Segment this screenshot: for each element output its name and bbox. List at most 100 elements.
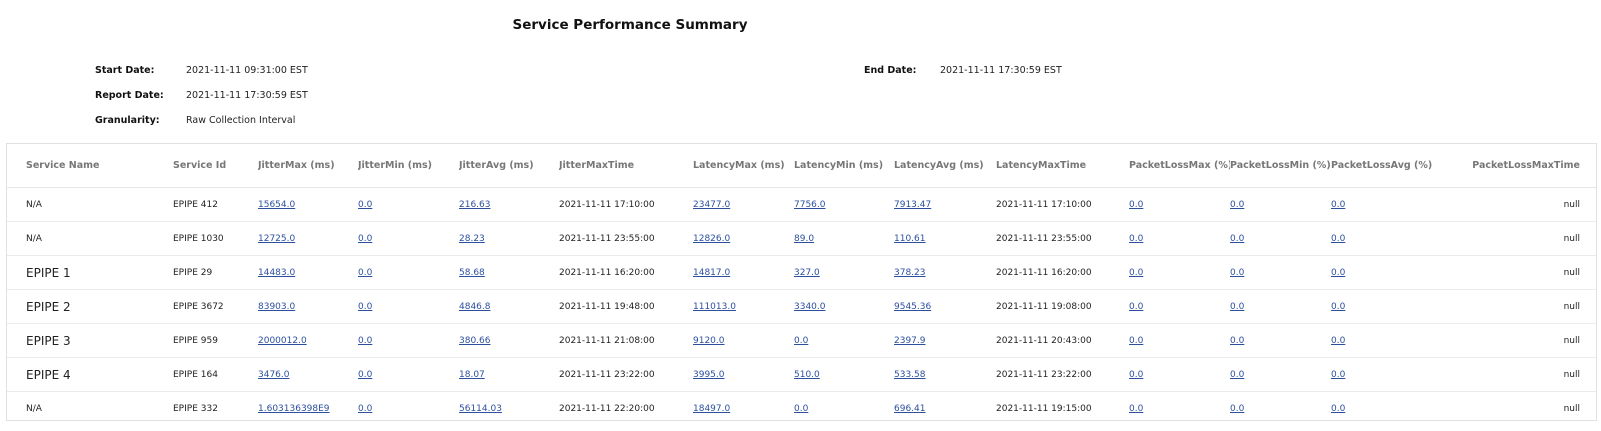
latency-min-link[interactable]: 89.0 [794,234,814,244]
latency-avg-link[interactable]: 9545.36 [894,302,931,312]
cell-jitter-max-time: 2021-11-11 19:48:00 [559,289,693,324]
table-row: EPIPE 3 EPIPE 959 2000012.0 0.0 380.66 2021-1… [7,323,1596,358]
packetloss-avg-link[interactable]: 0.0 [1331,234,1345,244]
packetloss-avg-link[interactable]: 0.0 [1331,268,1345,278]
cell-packetloss-avg: 0.0 [1331,289,1432,324]
jitter-max-link[interactable]: 12725.0 [258,234,295,244]
latency-max-link[interactable]: 9120.0 [693,336,725,346]
latency-avg-link[interactable]: 378.23 [894,268,926,278]
column-header-packetloss-avg[interactable]: PacketLossAvg (%) [1331,144,1432,188]
packetloss-min-link[interactable]: 0.0 [1230,200,1244,210]
cell-service-name: EPIPE 3 [7,323,173,358]
packetloss-max-link[interactable]: 0.0 [1129,404,1143,414]
cell-packetloss-avg: 0.0 [1331,357,1432,392]
packetloss-min-link[interactable]: 0.0 [1230,268,1244,278]
latency-max-link[interactable]: 12826.0 [693,234,730,244]
jitter-max-link[interactable]: 2000012.0 [258,336,307,346]
packetloss-avg-link[interactable]: 0.0 [1331,302,1345,312]
column-header-service-name[interactable]: Service Name [7,144,173,188]
cell-service-name: EPIPE 4 [7,357,173,392]
jitter-max-link[interactable]: 1.603136398E9 [258,404,330,414]
latency-avg-link[interactable]: 7913.47 [894,200,931,210]
latency-max-link[interactable]: 111013.0 [693,302,736,312]
packetloss-max-link[interactable]: 0.0 [1129,302,1143,312]
column-header-service-id[interactable]: Service Id [173,144,258,188]
packetloss-max-link[interactable]: 0.0 [1129,268,1143,278]
column-header-jitter-avg[interactable]: JitterAvg (ms) [459,144,559,188]
latency-min-link[interactable]: 7756.0 [794,200,826,210]
cell-packetloss-max-time: null [1563,403,1580,414]
jitter-avg-link[interactable]: 56114.03 [459,404,502,414]
cell-packetloss-min: 0.0 [1230,187,1331,222]
cell-jitter-max: 14483.0 [258,255,358,290]
cell-latency-min: 510.0 [794,357,894,392]
column-header-jitter-min[interactable]: JitterMin (ms) [358,144,459,188]
packetloss-min-link[interactable]: 0.0 [1230,336,1244,346]
column-header-latency-max[interactable]: LatencyMax (ms) [693,144,794,188]
cell-jitter-avg: 58.68 [459,255,559,290]
latency-max-link[interactable]: 14817.0 [693,268,730,278]
column-header-jitter-max[interactable]: JitterMax (ms) [258,144,358,188]
latency-min-link[interactable]: 0.0 [794,404,808,414]
cell-latency-min: 327.0 [794,255,894,290]
packetloss-max-link[interactable]: 0.0 [1129,370,1143,380]
latency-avg-link[interactable]: 110.61 [894,234,926,244]
jitter-max-link[interactable]: 3476.0 [258,370,290,380]
packetloss-min-link[interactable]: 0.0 [1230,404,1244,414]
latency-min-link[interactable]: 0.0 [794,336,808,346]
jitter-avg-link[interactable]: 58.68 [459,268,485,278]
packetloss-min-link[interactable]: 0.0 [1230,370,1244,380]
cell-packetloss-avg: 0.0 [1331,323,1432,358]
packetloss-avg-link[interactable]: 0.0 [1331,370,1345,380]
jitter-min-link[interactable]: 0.0 [358,302,372,312]
packetloss-max-link[interactable]: 0.0 [1129,336,1143,346]
column-header-latency-avg[interactable]: LatencyAvg (ms) [894,144,996,188]
packetloss-avg-link[interactable]: 0.0 [1331,336,1345,346]
granularity-value: Raw Collection Interval [186,115,296,126]
column-header-latency-min[interactable]: LatencyMin (ms) [794,144,894,188]
cell-packetloss-max: 0.0 [1129,323,1230,358]
cell-latency-max: 18497.0 [693,392,794,426]
jitter-max-link[interactable]: 14483.0 [258,268,295,278]
latency-min-link[interactable]: 510.0 [794,370,820,380]
packetloss-avg-link[interactable]: 0.0 [1331,404,1345,414]
jitter-min-link[interactable]: 0.0 [358,404,372,414]
packetloss-max-link[interactable]: 0.0 [1129,200,1143,210]
latency-max-link[interactable]: 3995.0 [693,370,725,380]
column-header-latency-max-time[interactable]: LatencyMaxTime [996,144,1129,188]
latency-avg-link[interactable]: 2397.9 [894,336,926,346]
packetloss-avg-link[interactable]: 0.0 [1331,200,1345,210]
cell-packetloss-min: 0.0 [1230,289,1331,324]
column-header-packetloss-max-time[interactable]: PacketLossMaxTime [1432,144,1596,188]
packetloss-min-link[interactable]: 0.0 [1230,302,1244,312]
cell-jitter-max: 15654.0 [258,187,358,222]
latency-avg-link[interactable]: 696.41 [894,404,926,414]
packetloss-max-link[interactable]: 0.0 [1129,234,1143,244]
column-header-packetloss-min[interactable]: PacketLossMin (%) [1230,144,1331,188]
jitter-min-link[interactable]: 0.0 [358,268,372,278]
jitter-avg-link[interactable]: 4846.8 [459,302,491,312]
jitter-avg-link[interactable]: 18.07 [459,370,485,380]
column-header-packetloss-max[interactable]: PacketLossMax (%) [1129,144,1230,188]
packetloss-min-link[interactable]: 0.0 [1230,234,1244,244]
jitter-min-link[interactable]: 0.0 [358,200,372,210]
latency-avg-link[interactable]: 533.58 [894,370,926,380]
cell-latency-avg: 696.41 [894,392,996,426]
latency-max-link[interactable]: 18497.0 [693,404,730,414]
latency-max-link[interactable]: 23477.0 [693,200,730,210]
jitter-min-link[interactable]: 0.0 [358,370,372,380]
table-row: EPIPE 4 EPIPE 164 3476.0 0.0 18.07 2021-11-11… [7,357,1596,392]
jitter-avg-link[interactable]: 216.63 [459,200,491,210]
jitter-avg-link[interactable]: 28.23 [459,234,485,244]
table-row: N/A EPIPE 412 15654.0 0.0 216.63 2021-11-11 1… [7,187,1596,222]
latency-min-link[interactable]: 327.0 [794,268,820,278]
start-date-label: Start Date: [95,65,155,76]
cell-jitter-max: 2000012.0 [258,323,358,358]
jitter-avg-link[interactable]: 380.66 [459,336,491,346]
jitter-max-link[interactable]: 83903.0 [258,302,295,312]
jitter-min-link[interactable]: 0.0 [358,336,372,346]
jitter-max-link[interactable]: 15654.0 [258,200,295,210]
column-header-jitter-max-time[interactable]: JitterMaxTime [559,144,693,188]
latency-min-link[interactable]: 3340.0 [794,302,826,312]
jitter-min-link[interactable]: 0.0 [358,234,372,244]
